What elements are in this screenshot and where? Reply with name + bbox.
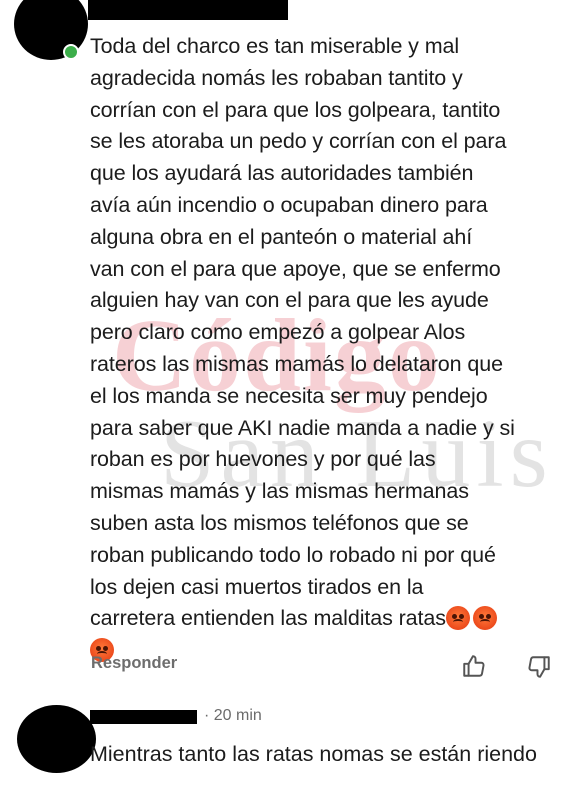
comment-line: el los manda se necesita ser muy pendejo xyxy=(90,383,488,408)
comment-line: que los ayudará las autoridades también xyxy=(90,161,474,186)
comment-line: mismas mamás y las mismas hermanas xyxy=(90,479,469,504)
comment-text: Toda del charco es tan miserable y mal ag… xyxy=(90,31,566,667)
avatar[interactable] xyxy=(17,705,96,773)
redacted-username xyxy=(88,0,288,20)
comment-line: alguna obra en el panteón o material ahí xyxy=(90,224,473,249)
thumbs-down-icon[interactable] xyxy=(526,654,552,680)
comment-timestamp: · 20 min xyxy=(204,707,262,724)
angry-face-icon xyxy=(472,606,497,631)
comment-line: alguien hay van con el para que les ayud… xyxy=(90,288,489,313)
comment-line: roban publicando todo lo robado ni por q… xyxy=(90,542,496,567)
comment-line: carretera entienden las malditas ratas xyxy=(90,603,566,635)
comment-line: se les atoraba un pedo y corrían con el … xyxy=(90,129,507,154)
comment-line: suben asta los mismos teléfonos que se xyxy=(90,510,469,535)
comment-text: Mientras tanto las ratas nomas se están … xyxy=(90,742,537,766)
angry-face-icon xyxy=(445,606,470,631)
comment-line: rateros las mismas mamás lo delataron qu… xyxy=(90,351,503,376)
comment-line: roban es por huevones y por qué las xyxy=(90,447,436,472)
comment-line: pero claro como empezó a golpear Alos xyxy=(90,320,466,345)
comment-line: avía aún incendio o ocupaban dinero para xyxy=(90,192,488,217)
comment-line: corrían con el para que los golpeara, ta… xyxy=(90,97,501,122)
redacted-username xyxy=(90,710,197,724)
comment-line: los dejen casi muertos tirados en la xyxy=(90,574,424,599)
comment-line: agradecida nomás les robaban tantito y xyxy=(90,65,463,90)
online-status-dot xyxy=(63,44,79,60)
comment-line: para saber que AKI nadie manda a nadie y… xyxy=(90,415,515,440)
comment-line: Toda del charco es tan miserable y mal xyxy=(90,34,460,58)
comment-line: van con el para que apoye, que se enferm… xyxy=(90,256,501,281)
reply-button[interactable]: Responder xyxy=(91,654,177,673)
thumbs-up-icon[interactable] xyxy=(461,653,487,679)
